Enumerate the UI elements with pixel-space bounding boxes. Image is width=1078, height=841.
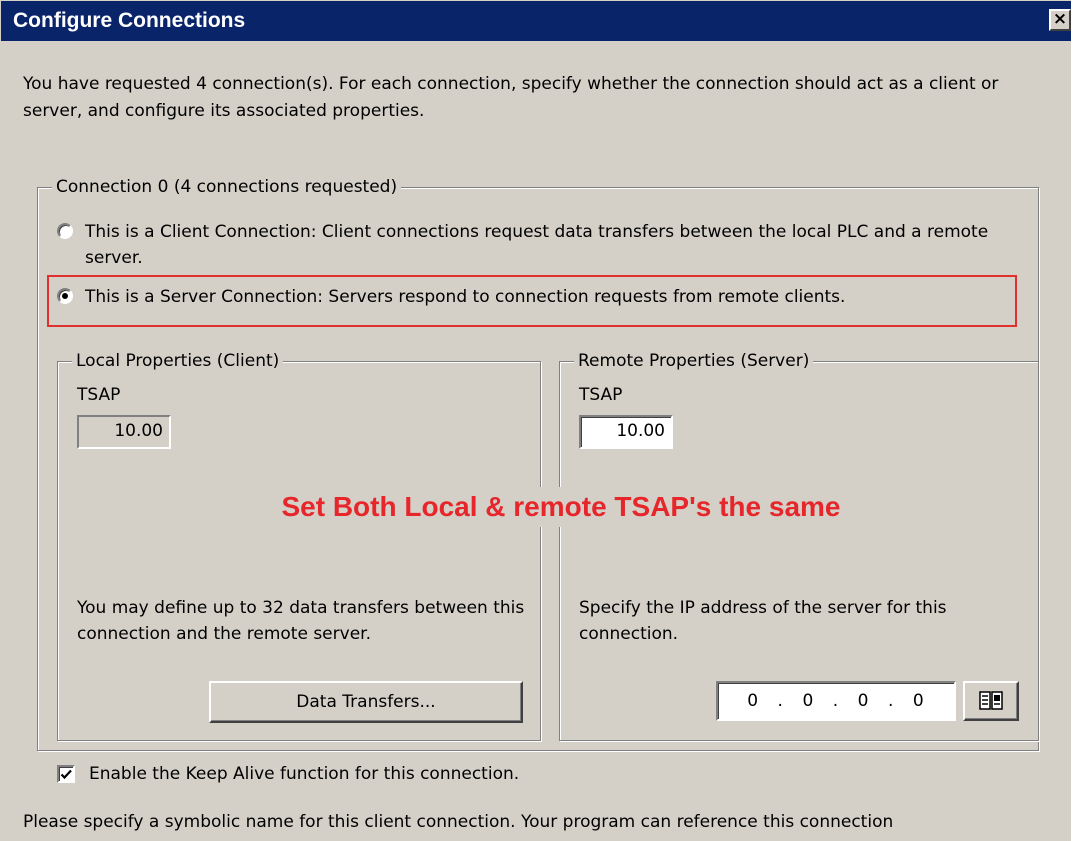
local-properties-legend: Local Properties (Client) — [72, 349, 284, 374]
ip-browse-button[interactable] — [963, 681, 1019, 721]
intro-text: You have requested 4 connection(s). For … — [23, 74, 999, 121]
ip-separator: . — [777, 691, 784, 711]
server-connection-option[interactable]: This is a Server Connection: Servers res… — [57, 284, 1007, 310]
checkmark-icon — [60, 769, 72, 780]
remote-properties-legend: Remote Properties (Server) — [574, 349, 814, 374]
server-connection-radio[interactable] — [57, 288, 73, 304]
keep-alive-checkbox[interactable] — [57, 765, 75, 783]
ip-octet-2: 0 — [802, 691, 815, 711]
keep-alive-option[interactable]: Enable the Keep Alive function for this … — [57, 764, 519, 784]
remote-tsap-field[interactable]: 10.00 — [579, 415, 673, 449]
ip-address-field[interactable]: 0 . 0 . 0 . 0 — [716, 681, 956, 721]
keep-alive-label: Enable the Keep Alive function for this … — [89, 764, 520, 784]
local-tsap-label: TSAP — [77, 385, 121, 405]
close-icon: × — [1052, 9, 1068, 29]
remote-tsap-label: TSAP — [579, 385, 623, 405]
local-description: You may define up to 32 data transfers b… — [77, 598, 525, 644]
local-tsap-field[interactable]: 10.00 — [77, 415, 171, 449]
address-book-icon — [979, 691, 1003, 710]
close-button[interactable]: × — [1049, 9, 1071, 31]
client-connection-radio[interactable] — [57, 223, 73, 239]
configure-connections-dialog: Configure Connections × You have request… — [0, 0, 1071, 841]
client-connection-label: This is a Client Connection: Client conn… — [85, 222, 989, 268]
title-bar[interactable]: Configure Connections × — [1, 1, 1071, 41]
ip-octet-1: 0 — [747, 691, 760, 711]
server-connection-label: This is a Server Connection: Servers res… — [85, 287, 846, 307]
connection-legend: Connection 0 (4 connections requested) — [52, 175, 402, 200]
data-transfers-button[interactable]: Data Transfers... — [209, 681, 523, 723]
ip-separator: . — [887, 691, 895, 711]
tsap-annotation: Set Both Local & remote TSAP's the same — [181, 487, 941, 527]
client-connection-option[interactable]: This is a Client Connection: Client conn… — [57, 219, 1027, 271]
ip-octet-3: 0 — [857, 691, 870, 711]
window-title: Configure Connections — [13, 9, 246, 32]
ip-octet-4: 0 — [912, 691, 925, 711]
ip-separator: . — [832, 691, 840, 711]
symbolic-name-text: Please specify a symbolic name for this … — [23, 812, 894, 832]
remote-description: Specify the IP address of the server for… — [579, 598, 947, 644]
